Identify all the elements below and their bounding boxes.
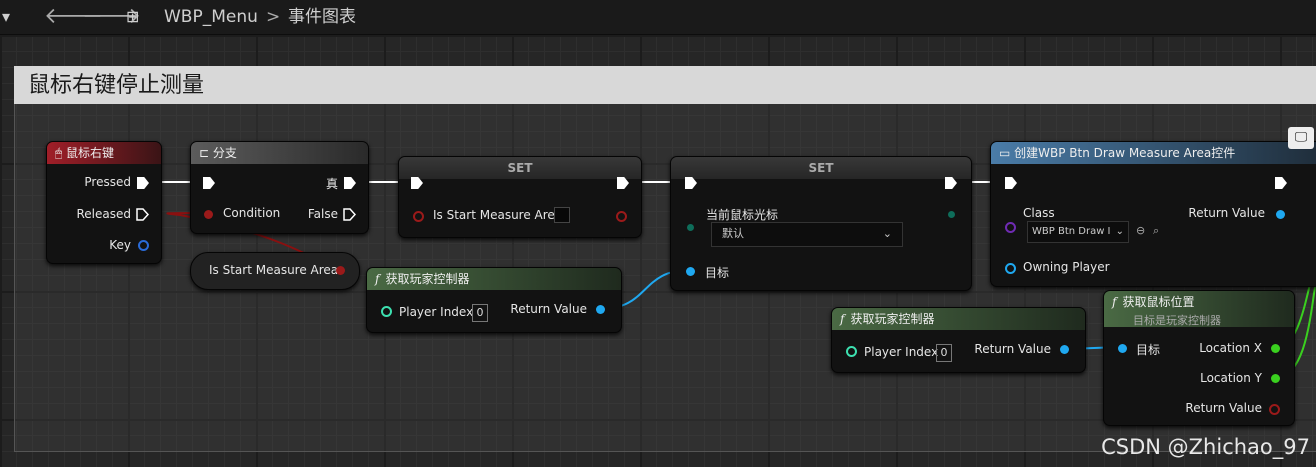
set1-out-pin[interactable] (616, 211, 627, 222)
location-x-pin[interactable] (1271, 344, 1280, 353)
get-pc2-header: f 获取玩家控制器 (832, 308, 1085, 330)
owning-player-pin[interactable] (1005, 263, 1016, 274)
pressed-exec-pin[interactable] (137, 177, 149, 189)
pc1-return-pin[interactable] (596, 305, 605, 314)
condition-pin[interactable] (204, 210, 213, 219)
pc2-return-pin[interactable] (1060, 345, 1069, 354)
pc2-index-input[interactable]: 0 (936, 344, 952, 362)
node-get-player-controller-1[interactable]: f 获取玩家控制器 Player Index 0 Return Value (366, 267, 622, 333)
pc1-index-pin[interactable] (381, 306, 392, 317)
branch-true-label: 真 (325, 177, 338, 191)
mouse-icon: 🖱 (55, 146, 67, 160)
chevron-down-icon: ⌄ (1115, 226, 1124, 237)
node-get-player-controller-2[interactable]: f 获取玩家控制器 Player Index 0 Return Value (831, 307, 1086, 373)
node-get-measure-var[interactable]: Is Start Measure Area (190, 252, 360, 290)
watermark: CSDN @Zhichao_97 (1101, 435, 1310, 459)
breadcrumb-separator: > (266, 7, 281, 27)
cursor-dropdown-value: 默认 (722, 227, 744, 240)
node-branch[interactable]: ⊏ 分支 真 Condition False (190, 141, 369, 234)
get-pc1-header: f 获取玩家控制器 (367, 268, 621, 290)
mouse-pos-return-pin[interactable] (1269, 404, 1280, 415)
function-icon: f (840, 312, 845, 326)
class-dropdown-value: WBP Btn Draw I (1032, 226, 1111, 237)
function-icon: f (1112, 295, 1117, 309)
create-return-label: Return Value (1188, 206, 1265, 220)
set2-target-label: 目标 (705, 266, 730, 280)
node-right-mouse-button[interactable]: 🖱 鼠标右键 Pressed Released Key (46, 141, 162, 264)
create-exec-out[interactable] (1275, 177, 1287, 189)
toolbar: ▾ 🡐 🡒 ⊞ WBP_Menu > 事件图表 (0, 0, 1316, 35)
function-icon: f (375, 272, 380, 286)
cursor-dropdown[interactable]: 默认 ⌄ (711, 222, 903, 247)
set1-var-pin[interactable] (413, 211, 424, 222)
search-icon[interactable]: ⌕ (1153, 224, 1159, 238)
set2-cursor-pin[interactable] (687, 224, 694, 231)
node-branch-header: ⊏ 分支 (191, 142, 368, 164)
node-set1-header: SET (399, 157, 641, 179)
class-label: Class (1023, 206, 1055, 220)
pressed-label: Pressed (84, 175, 131, 189)
branch-false-exec[interactable] (343, 208, 356, 221)
pc2-return-label: Return Value (974, 342, 1051, 356)
owning-player-label: Owning Player (1023, 260, 1110, 274)
class-dropdown[interactable]: WBP Btn Draw I ⌄ (1027, 221, 1129, 243)
monitor-icon: 🖵 (1288, 127, 1314, 149)
node-get-mouse-position[interactable]: f 获取鼠标位置 目标是玩家控制器 目标 Location X Location … (1103, 290, 1295, 426)
chevron-down-icon: ⌄ (882, 227, 892, 240)
condition-label: Condition (223, 206, 281, 220)
get-mouse-pos-subtitle: 目标是玩家控制器 (1133, 314, 1221, 327)
set2-target-pin[interactable] (686, 267, 695, 276)
breadcrumb-root[interactable]: WBP_Menu (164, 0, 258, 34)
node-set-cursor[interactable]: SET 当前鼠标光标 默认 ⌄ 目标 (670, 156, 972, 291)
create-widget-header: ▭ 创建WBP Btn Draw Measure Area控件 (991, 142, 1316, 164)
node-right-mouse-header: 🖱 鼠标右键 (47, 142, 161, 164)
node-set2-header: SET (671, 157, 971, 179)
mouse-pos-target-pin[interactable] (1118, 344, 1127, 353)
released-exec-pin[interactable] (136, 208, 149, 221)
key-label: Key (109, 238, 131, 252)
branch-exec-in[interactable] (203, 177, 215, 189)
pc2-index-label: Player Index (864, 345, 939, 359)
branch-true-exec[interactable] (344, 177, 356, 189)
set1-value-checkbox[interactable] (554, 207, 570, 223)
menu-icon[interactable]: ▾ (2, 0, 10, 34)
create-return-pin[interactable] (1276, 210, 1285, 219)
mouse-pos-return-label: Return Value (1185, 401, 1262, 415)
released-label: Released (76, 207, 131, 221)
set1-var-label: Is Start Measure Area (433, 208, 563, 222)
pc1-index-input[interactable]: 0 (472, 304, 488, 322)
location-x-label: Location X (1199, 341, 1262, 355)
branch-icon: ⊏ (199, 146, 213, 160)
location-y-label: Location Y (1200, 371, 1262, 385)
getter-label: Is Start Measure Area (209, 263, 339, 277)
create-exec-in[interactable] (1005, 177, 1017, 189)
pc2-index-pin[interactable] (846, 346, 857, 357)
widget-icon: ▭ (999, 146, 1015, 160)
class-pin[interactable] (1005, 222, 1016, 233)
pc1-index-label: Player Index (399, 305, 474, 319)
graph-icon: ⊞ (126, 7, 140, 26)
set2-out-pin[interactable] (948, 211, 955, 218)
cursor-label: 当前鼠标光标 (706, 208, 779, 222)
comment-title[interactable]: 鼠标右键停止测量 (14, 66, 1316, 104)
node-create-widget[interactable]: ▭ 创建WBP Btn Draw Measure Area控件 Class WB… (990, 141, 1316, 287)
branch-false-label: False (307, 207, 338, 221)
location-y-pin[interactable] (1271, 374, 1280, 383)
key-pin[interactable] (138, 240, 149, 251)
breadcrumb-current[interactable]: 事件图表 (288, 0, 356, 34)
getter-out-pin[interactable] (336, 266, 345, 275)
pc1-return-label: Return Value (510, 302, 587, 316)
browse-icon[interactable]: ⊖ (1136, 224, 1145, 237)
mouse-pos-target-label: 目标 (1136, 343, 1161, 357)
node-set-measure[interactable]: SET Is Start Measure Area (398, 156, 642, 238)
